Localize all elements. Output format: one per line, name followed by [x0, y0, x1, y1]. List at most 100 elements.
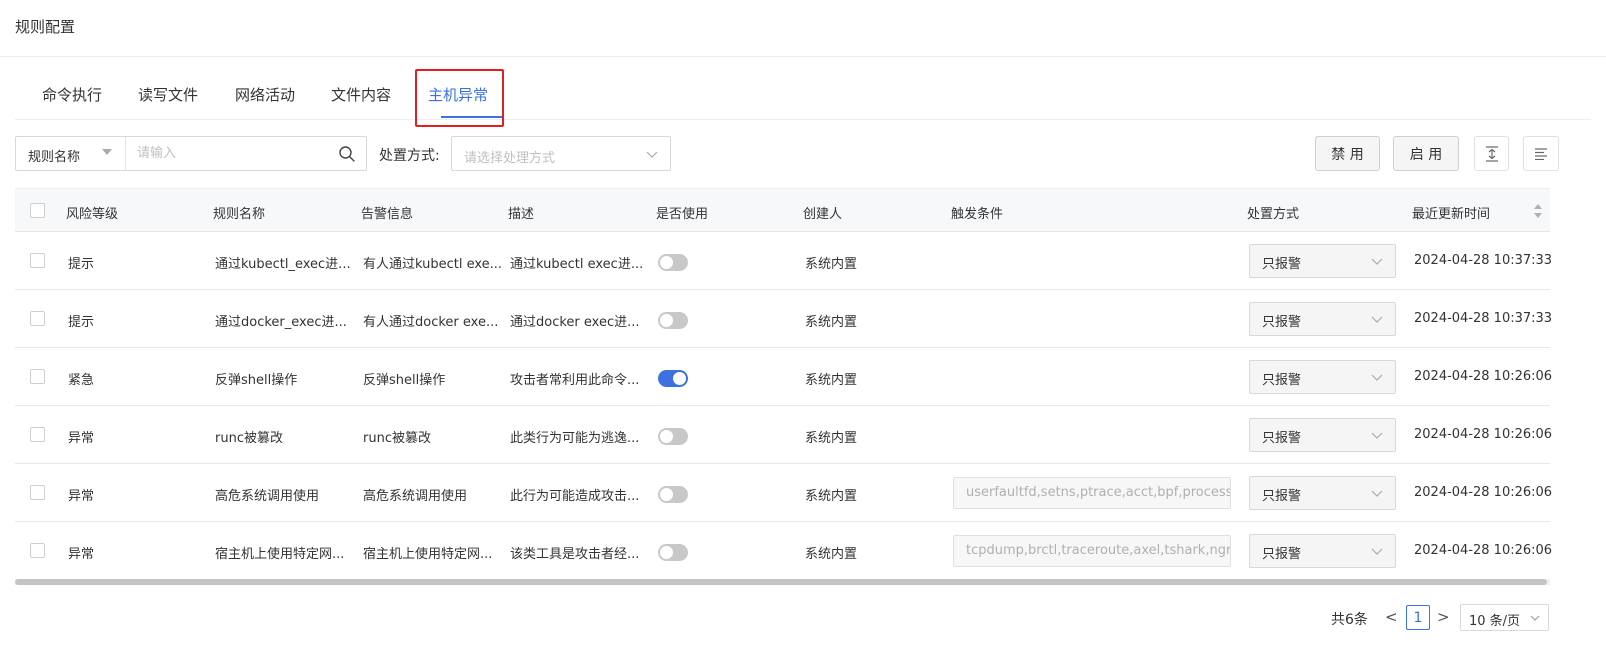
action-select[interactable]: 只报警 [1249, 302, 1396, 336]
trigger-condition-field[interactable]: tcpdump,brctl,traceroute,axel,tshark,ngr… [953, 535, 1231, 567]
select-all-checkbox[interactable] [30, 203, 45, 218]
header-updated[interactable]: 最近更新时间 [1412, 203, 1490, 222]
chevron-down-icon [1371, 374, 1383, 381]
action-select-label: 只报警 [1262, 489, 1302, 504]
enabled-toggle[interactable] [658, 370, 688, 387]
cell-description: 通过docker exec进... [510, 315, 640, 330]
cell-creator: 系统内置 [805, 431, 858, 446]
search-input[interactable] [127, 137, 332, 170]
row-checkbox[interactable] [30, 311, 45, 326]
cell-description: 此类行为可能为逃逸... [510, 431, 640, 446]
table-row: 异常 runc被篡改 runc被篡改 此类行为可能为逃逸... 系统内置 2024-04-… [15, 406, 1553, 464]
cell-creator: 系统内置 [805, 489, 858, 504]
cell-creator: 系统内置 [805, 257, 858, 272]
enabled-toggle[interactable] [658, 254, 688, 271]
chevron-down-icon [1371, 432, 1383, 439]
trigger-condition-field[interactable]: userfaultfd,setns,ptrace,acct,bpf,proces… [953, 477, 1231, 509]
tab-file-content[interactable]: 文件内容 [331, 70, 391, 119]
row-checkbox[interactable] [30, 543, 45, 558]
page-title: 规则配置 [15, 18, 76, 36]
action-select[interactable]: 只报警 [1249, 476, 1396, 510]
cell-creator: 系统内置 [805, 547, 858, 562]
cell-alert-info: 反弹shell操作 [363, 373, 446, 388]
enabled-toggle[interactable] [658, 544, 688, 561]
action-filter-select[interactable]: 请选择处理方式 [451, 136, 671, 171]
cell-alert-info: 高危系统调用使用 [363, 489, 468, 504]
sort-icon[interactable] [1533, 201, 1543, 221]
cell-alert-info: 宿主机上使用特定网... [363, 547, 493, 562]
tab-highlight-box [415, 69, 504, 127]
disable-button[interactable]: 禁 用 [1315, 136, 1380, 171]
header-creator: 创建人 [803, 207, 843, 222]
caret-down-icon [102, 149, 112, 155]
column-settings-button[interactable] [1523, 136, 1559, 171]
cell-risk-level: 异常 [68, 547, 95, 562]
enabled-toggle[interactable] [658, 312, 688, 329]
cell-alert-info: 有人通过docker exe... [363, 315, 499, 330]
action-select[interactable]: 只报警 [1249, 360, 1396, 394]
row-checkbox[interactable] [30, 427, 45, 442]
table-row: 提示 通过kubectl_exec进... 有人通过kubectl exe... 通过… [15, 232, 1553, 290]
next-page-button[interactable]: > [1437, 608, 1450, 626]
header-enabled: 是否使用 [656, 207, 709, 222]
table-row: 提示 通过docker_exec进... 有人通过docker exe... 通过do… [15, 290, 1552, 348]
cell-updated-time: 2024-04-28 10:26:06 [1414, 427, 1553, 442]
cell-rule-name: runc被篡改 [215, 431, 283, 446]
chevron-down-icon [1530, 615, 1540, 621]
cell-creator: 系统内置 [805, 315, 858, 330]
cell-risk-level: 紧急 [68, 373, 95, 388]
rule-category-tabs: 命令执行 读写文件 网络活动 文件内容 主机异常 [15, 69, 1591, 127]
table-row: 异常 宿主机上使用特定网... 宿主机上使用特定网... 该类工具是攻击者经... 系统… [15, 522, 1552, 580]
filter-label: 处置方式: [379, 148, 440, 164]
cell-rule-name: 高危系统调用使用 [215, 489, 320, 504]
action-select[interactable]: 只报警 [1249, 418, 1396, 452]
header-alert-info: 告警信息 [361, 207, 414, 222]
scrollbar-thumb[interactable] [15, 579, 1547, 585]
header-description: 描述 [508, 207, 535, 222]
cell-description: 此行为可能造成攻击... [510, 489, 640, 504]
action-select-label: 只报警 [1262, 315, 1302, 330]
table-header: 风险等级 规则名称 告警信息 描述 是否使用 创建人 触发条件 处置方式 最近更… [15, 188, 1550, 232]
action-select-label: 只报警 [1262, 373, 1302, 388]
cell-risk-level: 异常 [68, 489, 95, 504]
header-trigger: 触发条件 [951, 207, 1004, 222]
horizontal-scrollbar[interactable] [15, 579, 1550, 585]
cell-updated-time: 2024-04-28 10:26:06 [1414, 369, 1553, 384]
current-page[interactable]: 1 [1406, 605, 1430, 630]
row-height-icon [1485, 145, 1498, 162]
row-checkbox[interactable] [30, 253, 45, 268]
chevron-down-icon [1371, 316, 1383, 323]
cell-alert-info: runc被篡改 [363, 431, 431, 446]
pagination: 共6条 < 1 > 10 条/页 [0, 604, 1606, 632]
cell-updated-time: 2024-04-28 10:37:33 [1414, 253, 1553, 268]
search-field-select[interactable]: 规则名称 [16, 137, 126, 170]
cell-risk-level: 异常 [68, 431, 95, 446]
cell-rule-name: 宿主机上使用特定网... [215, 547, 345, 562]
row-checkbox[interactable] [30, 369, 45, 384]
action-select[interactable]: 只报警 [1249, 534, 1396, 568]
cell-description: 该类工具是攻击者经... [510, 547, 640, 562]
cell-risk-level: 提示 [68, 315, 95, 330]
tab-command-exec[interactable]: 命令执行 [42, 70, 102, 119]
prev-page-button[interactable]: < [1385, 608, 1398, 626]
tab-file-rw[interactable]: 读写文件 [138, 70, 198, 119]
cell-rule-name: 反弹shell操作 [215, 373, 298, 388]
search-field-label: 规则名称 [28, 150, 81, 165]
row-checkbox[interactable] [30, 485, 45, 500]
search-combo: 规则名称 [15, 136, 367, 171]
cell-updated-time: 2024-04-28 10:26:06 [1414, 485, 1553, 500]
page-header: 规则配置 [0, 0, 1606, 57]
header-action: 处置方式 [1247, 207, 1300, 222]
page-size-select[interactable]: 10 条/页 [1460, 604, 1549, 631]
page-size-label: 10 条/页 [1469, 614, 1521, 629]
chevron-down-icon [1371, 490, 1383, 497]
search-icon[interactable] [338, 145, 356, 163]
enabled-toggle[interactable] [658, 428, 688, 445]
action-select[interactable]: 只报警 [1249, 244, 1396, 278]
chevron-down-icon [646, 151, 658, 158]
enable-button[interactable]: 启 用 [1393, 136, 1459, 171]
tab-network[interactable]: 网络活动 [235, 70, 295, 119]
density-button[interactable] [1474, 136, 1509, 171]
cell-risk-level: 提示 [68, 257, 95, 272]
enabled-toggle[interactable] [658, 486, 688, 503]
